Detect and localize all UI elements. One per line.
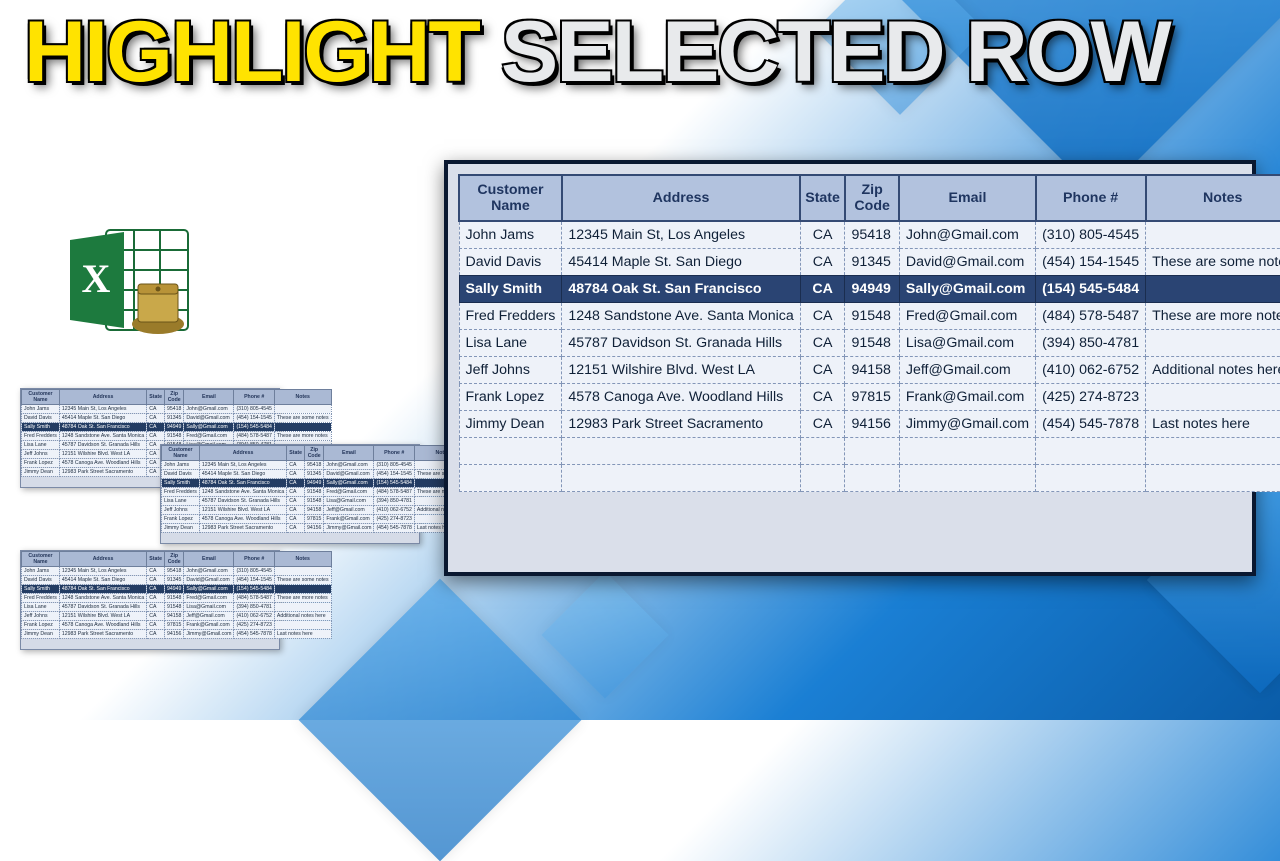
column-header[interactable]: Address — [562, 175, 800, 221]
cell-state[interactable]: CA — [800, 249, 845, 276]
cell-email[interactable]: Jeff@Gmail.com — [899, 357, 1035, 384]
cell-email[interactable]: David@Gmail.com — [899, 249, 1035, 276]
cell-empty[interactable] — [800, 438, 845, 465]
cell-phone[interactable]: (310) 805-4545 — [1036, 221, 1146, 249]
column-header[interactable]: Phone # — [1036, 175, 1146, 221]
table-row[interactable]: Fred Fredders1248 Sandstone Ave. Santa M… — [459, 303, 1280, 330]
cell-empty[interactable] — [1146, 438, 1280, 465]
table-row-empty[interactable] — [459, 465, 1280, 492]
title-word-selected-row: SELECTED ROW — [501, 4, 1170, 100]
column-header[interactable]: Notes — [1146, 175, 1280, 221]
cell-name[interactable]: Frank Lopez — [459, 384, 562, 411]
cell-zip[interactable]: 94158 — [845, 357, 899, 384]
mini-preview: Customer NameAddressStateZip CodeEmailPh… — [20, 550, 280, 650]
table-row[interactable]: Frank Lopez4578 Canoga Ave. Woodland Hil… — [459, 384, 1280, 411]
cell-empty[interactable] — [1036, 438, 1146, 465]
main-table-panel: Customer NameAddressStateZip CodeEmailPh… — [444, 160, 1256, 576]
cell-zip[interactable]: 91345 — [845, 249, 899, 276]
mini-preview: Customer NameAddressStateZip CodeEmailPh… — [160, 444, 420, 544]
table-row[interactable]: Jeff Johns12151 Wilshire Blvd. West LACA… — [459, 357, 1280, 384]
cell-state[interactable]: CA — [800, 276, 845, 303]
cell-zip[interactable]: 91548 — [845, 330, 899, 357]
bg-diamond — [541, 571, 668, 698]
cell-empty[interactable] — [562, 465, 800, 492]
cell-empty[interactable] — [899, 465, 1035, 492]
cell-empty[interactable] — [899, 438, 1035, 465]
cell-email[interactable]: Sally@Gmail.com — [899, 276, 1035, 303]
cell-address[interactable]: 45787 Davidson St. Granada Hills — [562, 330, 800, 357]
cell-state[interactable]: CA — [800, 303, 845, 330]
table-row[interactable]: John Jams12345 Main St, Los AngelesCA954… — [459, 221, 1280, 249]
cell-address[interactable]: 12983 Park Street Sacramento — [562, 411, 800, 438]
cell-phone[interactable]: (454) 154-1545 — [1036, 249, 1146, 276]
cell-empty[interactable] — [1036, 465, 1146, 492]
column-header[interactable]: Email — [899, 175, 1035, 221]
cell-empty[interactable] — [845, 465, 899, 492]
title-word-highlight: HIGHLIGHT — [24, 4, 479, 100]
cell-state[interactable]: CA — [800, 330, 845, 357]
cell-empty[interactable] — [845, 438, 899, 465]
page-title: HIGHLIGHT SELECTED ROW — [24, 12, 1170, 94]
cell-email[interactable]: Frank@Gmail.com — [899, 384, 1035, 411]
excel-icon: X — [60, 220, 200, 345]
cell-phone[interactable]: (454) 545-7878 — [1036, 411, 1146, 438]
cell-email[interactable]: John@Gmail.com — [899, 221, 1035, 249]
cell-name[interactable]: Fred Fredders — [459, 303, 562, 330]
cell-notes[interactable] — [1146, 221, 1280, 249]
cell-notes[interactable]: Additional notes here — [1146, 357, 1280, 384]
cell-state[interactable]: CA — [800, 411, 845, 438]
cell-notes[interactable]: These are more notes — [1146, 303, 1280, 330]
cell-empty[interactable] — [1146, 465, 1280, 492]
cell-email[interactable]: Jimmy@Gmail.com — [899, 411, 1035, 438]
cell-empty[interactable] — [459, 438, 562, 465]
cell-name[interactable]: Sally Smith — [459, 276, 562, 303]
cell-state[interactable]: CA — [800, 221, 845, 249]
cell-zip[interactable]: 91548 — [845, 303, 899, 330]
cell-name[interactable]: Jeff Johns — [459, 357, 562, 384]
cell-state[interactable]: CA — [800, 357, 845, 384]
cell-zip[interactable]: 94949 — [845, 276, 899, 303]
cell-notes[interactable]: These are some notes — [1146, 249, 1280, 276]
cell-name[interactable]: David Davis — [459, 249, 562, 276]
cell-zip[interactable]: 95418 — [845, 221, 899, 249]
table-row[interactable]: Sally Smith48784 Oak St. San FranciscoCA… — [459, 276, 1280, 303]
cell-address[interactable]: 1248 Sandstone Ave. Santa Monica — [562, 303, 800, 330]
cell-address[interactable]: 4578 Canoga Ave. Woodland Hills — [562, 384, 800, 411]
cell-phone[interactable]: (425) 274-8723 — [1036, 384, 1146, 411]
cell-empty[interactable] — [459, 465, 562, 492]
table-row-empty[interactable] — [459, 438, 1280, 465]
cell-zip[interactable]: 94156 — [845, 411, 899, 438]
table-row[interactable]: Lisa Lane45787 Davidson St. Granada Hill… — [459, 330, 1280, 357]
cell-notes[interactable]: Last notes here — [1146, 411, 1280, 438]
cell-notes[interactable] — [1146, 276, 1280, 303]
cell-phone[interactable]: (484) 578-5487 — [1036, 303, 1146, 330]
cell-address[interactable]: 12151 Wilshire Blvd. West LA — [562, 357, 800, 384]
cell-address[interactable]: 48784 Oak St. San Francisco — [562, 276, 800, 303]
cell-empty[interactable] — [562, 438, 800, 465]
column-header[interactable]: Zip Code — [845, 175, 899, 221]
table-row[interactable]: David Davis45414 Maple St. San DiegoCA91… — [459, 249, 1280, 276]
table-row[interactable]: Jimmy Dean12983 Park Street SacramentoCA… — [459, 411, 1280, 438]
cell-email[interactable]: Fred@Gmail.com — [899, 303, 1035, 330]
customer-table[interactable]: Customer NameAddressStateZip CodeEmailPh… — [458, 174, 1280, 492]
column-header[interactable]: State — [800, 175, 845, 221]
cell-address[interactable]: 45414 Maple St. San Diego — [562, 249, 800, 276]
cell-notes[interactable] — [1146, 330, 1280, 357]
cell-email[interactable]: Lisa@Gmail.com — [899, 330, 1035, 357]
cell-phone[interactable]: (410) 062-6752 — [1036, 357, 1146, 384]
cell-phone[interactable]: (394) 850-4781 — [1036, 330, 1146, 357]
cell-address[interactable]: 12345 Main St, Los Angeles — [562, 221, 800, 249]
cell-name[interactable]: John Jams — [459, 221, 562, 249]
svg-text:X: X — [82, 256, 111, 301]
cell-state[interactable]: CA — [800, 384, 845, 411]
cell-notes[interactable] — [1146, 384, 1280, 411]
column-header[interactable]: Customer Name — [459, 175, 562, 221]
cell-name[interactable]: Jimmy Dean — [459, 411, 562, 438]
cell-zip[interactable]: 97815 — [845, 384, 899, 411]
cell-empty[interactable] — [800, 465, 845, 492]
cell-name[interactable]: Lisa Lane — [459, 330, 562, 357]
cell-phone[interactable]: (154) 545-5484 — [1036, 276, 1146, 303]
